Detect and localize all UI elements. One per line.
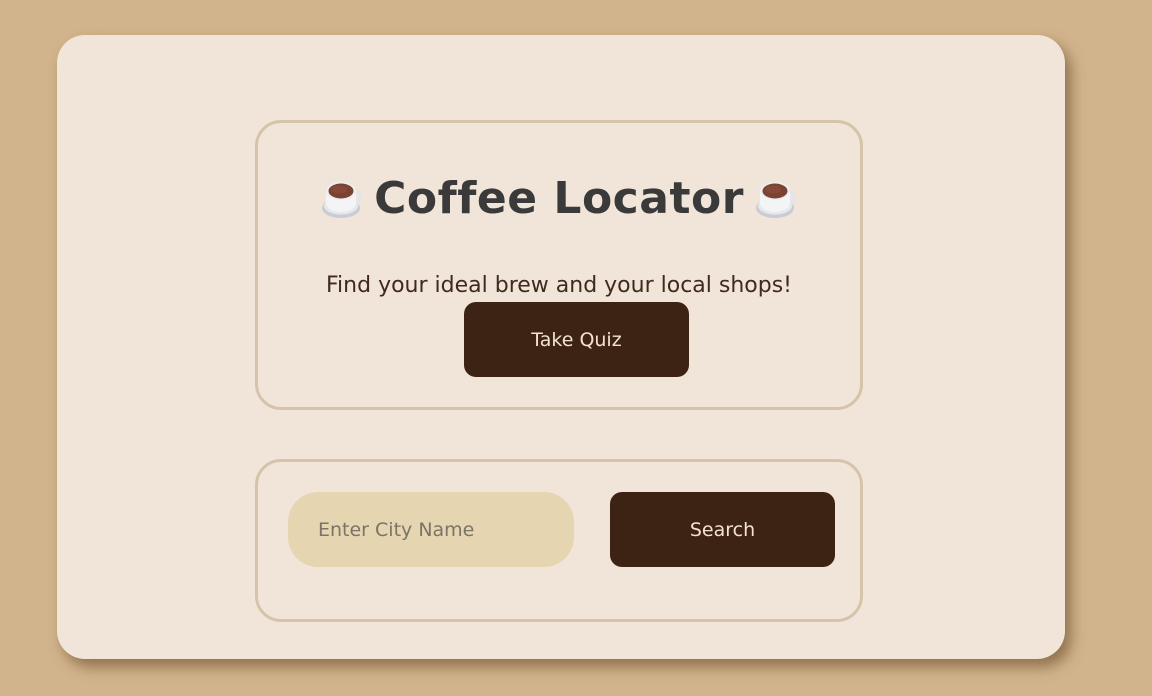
- tagline: Find your ideal brew and your local shop…: [326, 273, 792, 298]
- search-panel: Search: [255, 459, 863, 622]
- coffee-cup-icon: [755, 182, 796, 218]
- city-search-input[interactable]: [288, 492, 574, 567]
- take-quiz-button[interactable]: Take Quiz: [464, 302, 689, 377]
- hero-panel: Coffee Locator Find your ideal brew and …: [255, 120, 863, 410]
- coffee-cup-icon: [322, 182, 363, 218]
- main-card: Coffee Locator Find your ideal brew and …: [57, 35, 1065, 659]
- search-button[interactable]: Search: [610, 492, 835, 567]
- title-row: Coffee Locator: [258, 177, 860, 221]
- page-title: Coffee Locator: [374, 173, 744, 224]
